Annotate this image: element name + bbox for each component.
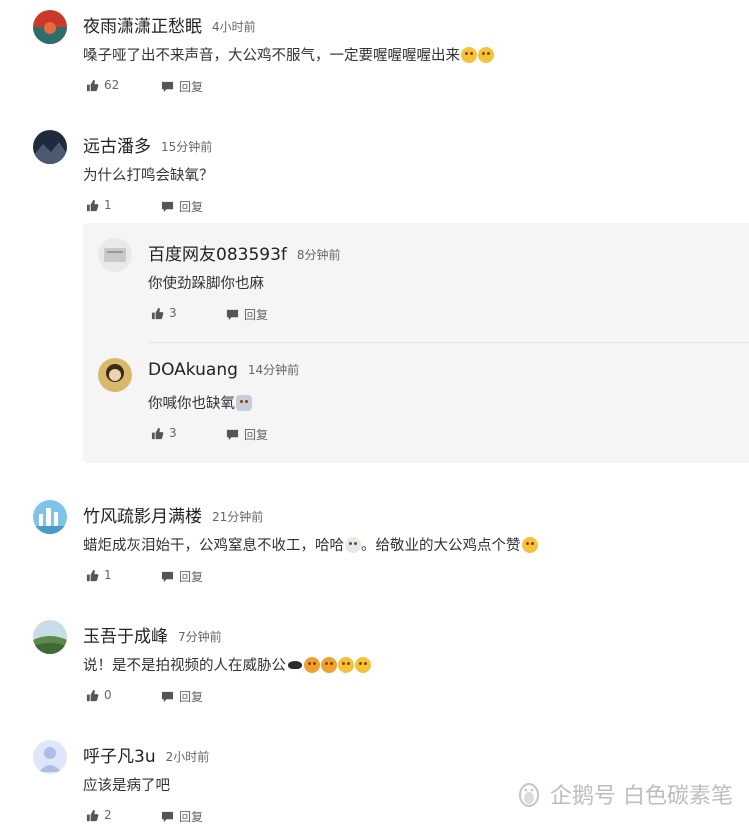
comment-text: 蜡炬成灰泪始干，公鸡窒息不收工，哈哈 [83, 538, 344, 554]
reply-button[interactable]: 回复 [161, 808, 203, 825]
smiling-emoji-icon [338, 657, 354, 673]
comment-text: 应该是病了吧 [83, 778, 170, 794]
comment-bubble-icon [226, 429, 239, 441]
user-name[interactable]: 呼子凡3u [83, 747, 156, 767]
reply-button[interactable]: 回复 [161, 198, 203, 215]
user-name[interactable]: 玉吾于成峰 [83, 627, 168, 647]
comment-text-continued: 。给敬业的大公鸡点个赞 [361, 538, 521, 554]
husky-emoji-icon [236, 395, 252, 411]
crying-emoji-icon [304, 657, 320, 673]
thumbs-up-icon [151, 307, 164, 319]
like-button[interactable]: 1 [86, 568, 112, 582]
like-button[interactable]: 1 [86, 198, 112, 212]
comment-text: 说！是不是拍视频的人在威胁公 [83, 658, 286, 674]
smiling-emoji-icon [355, 657, 371, 673]
comment-text: 嗓子哑了出不来声音，大公鸡不服气，一定要喔喔喔喔出来 [83, 48, 460, 64]
like-count: 3 [169, 306, 177, 320]
like-count: 0 [104, 688, 112, 702]
like-count: 62 [104, 78, 120, 92]
comment-bubble-icon [161, 571, 174, 583]
comment-text: 你喊你也缺氧 [148, 396, 235, 412]
avatar[interactable] [98, 358, 132, 392]
comment-time: 14分钟前 [247, 363, 300, 377]
reply-label: 回复 [179, 80, 204, 94]
like-button[interactable]: 0 [86, 688, 112, 702]
avatar[interactable] [33, 620, 67, 654]
sweat-smile-emoji-icon [345, 537, 361, 553]
user-name[interactable]: 百度网友083593f [148, 245, 287, 265]
laughing-tears-emoji-icon [478, 47, 494, 63]
watermark-text: 企鹅号 白色碳素笔 [550, 784, 733, 809]
reply-button[interactable]: 回复 [161, 688, 203, 705]
comment-bubble-icon [161, 201, 174, 213]
comment-bubble-icon [226, 309, 239, 321]
comment-bubble-icon [161, 811, 174, 823]
divider [148, 342, 749, 343]
avatar[interactable] [33, 10, 67, 44]
comment-time: 15分钟前 [161, 140, 213, 154]
reply-button[interactable]: 回复 [161, 78, 203, 95]
reply-button[interactable]: 回复 [226, 306, 268, 323]
like-button[interactable]: 3 [151, 306, 177, 320]
like-count: 3 [169, 426, 177, 440]
avatar[interactable] [33, 130, 67, 164]
comment-bubble-icon [161, 81, 174, 93]
user-name[interactable]: 远古潘多 [83, 137, 151, 157]
comment-time: 4小时前 [212, 20, 256, 34]
reply-label: 回复 [179, 200, 204, 214]
reply-label: 回复 [179, 810, 204, 824]
comment-text: 你使劲跺脚你也麻 [148, 276, 264, 292]
reply-thread: 百度网友083593f 8分钟前 你使劲跺脚你也麻 3 回复 DOAkuang 14… [83, 223, 749, 463]
thumbs-up-icon [86, 689, 99, 701]
watermark: 企鹅号 白色碳素笔 [516, 778, 733, 810]
avatar[interactable] [33, 740, 67, 774]
reply-button[interactable]: 回复 [226, 426, 268, 443]
user-name[interactable]: 竹风疏影月满楼 [83, 507, 202, 527]
comment-time: 2小时前 [165, 750, 210, 764]
like-count: 1 [104, 198, 112, 212]
laughing-tears-emoji-icon [461, 47, 477, 63]
comment-time: 7分钟前 [178, 630, 222, 644]
reply-button[interactable]: 回复 [161, 568, 203, 585]
comment-time: 21分钟前 [212, 510, 264, 524]
user-name[interactable]: 夜雨潇潇正愁眠 [83, 17, 202, 37]
like-button[interactable]: 3 [151, 426, 177, 440]
avatar[interactable] [33, 500, 67, 534]
chicken-emoji-icon [287, 657, 303, 673]
reply-label: 回复 [179, 570, 204, 584]
smiling-emoji-icon [521, 537, 538, 553]
user-name[interactable]: DOAkuang [148, 360, 238, 380]
avatar[interactable] [98, 238, 132, 272]
thumbs-up-icon [86, 199, 99, 211]
like-button[interactable]: 62 [86, 78, 119, 92]
reply-label: 回复 [244, 428, 269, 442]
thumbs-up-icon [86, 79, 99, 91]
thumbs-up-icon [86, 569, 99, 581]
reply-label: 回复 [179, 690, 204, 704]
reply-label: 回复 [244, 308, 269, 322]
like-count: 1 [104, 568, 112, 582]
thumbs-up-icon [151, 427, 164, 439]
penguin-logo-icon [519, 783, 539, 807]
crying-emoji-icon [321, 657, 337, 673]
comment-bubble-icon [161, 691, 174, 703]
comment-text: 为什么打鸣会缺氧？ [83, 168, 214, 184]
comment-time: 8分钟前 [296, 248, 341, 262]
